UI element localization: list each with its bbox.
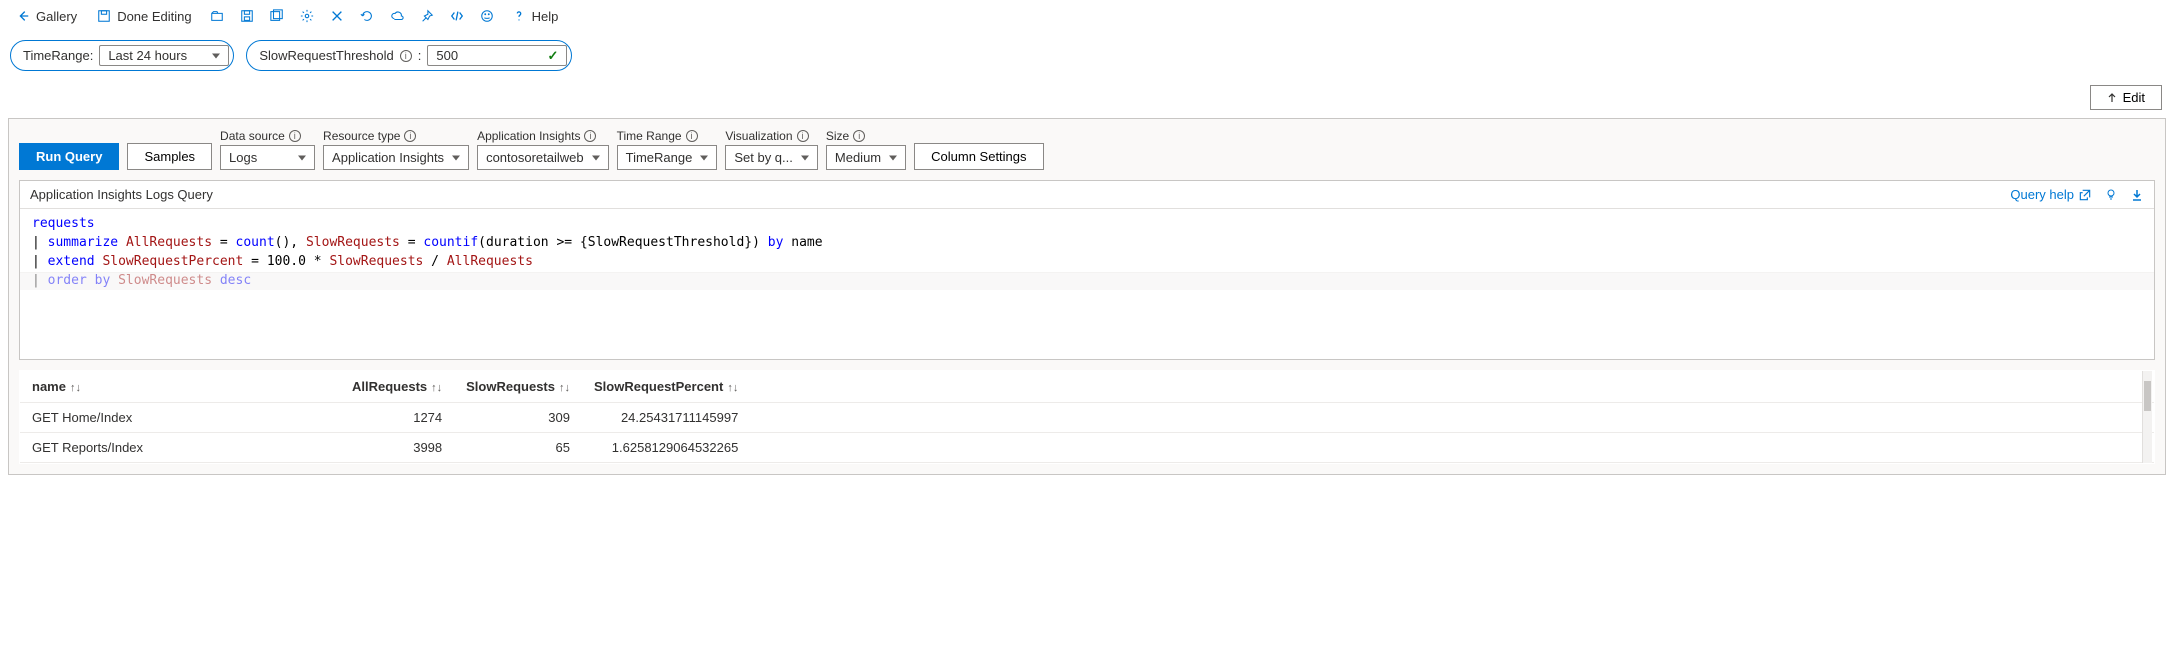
code-icon[interactable]: [446, 5, 468, 27]
column-settings-button[interactable]: Column Settings: [914, 143, 1043, 170]
download-icon[interactable]: [2130, 188, 2144, 202]
external-link-icon: [2078, 188, 2092, 202]
info-icon[interactable]: i: [584, 130, 596, 142]
th-spacer: [750, 371, 2154, 403]
vertical-scrollbar[interactable]: [2142, 371, 2152, 463]
up-arrow-icon: [2107, 93, 2117, 103]
pin-icon[interactable]: [416, 5, 438, 27]
cell-all: 3998: [340, 433, 454, 463]
threshold-param[interactable]: SlowRequestThreshold i : 500: [246, 40, 572, 71]
save-icon[interactable]: [236, 5, 258, 27]
cell-pct: 1.6258129064532265: [582, 433, 750, 463]
save-page-icon: [97, 9, 111, 23]
cloud-icon[interactable]: [386, 5, 408, 27]
table-row[interactable]: GET Home/Index 1274 309 24.2543171114599…: [20, 403, 2154, 433]
time-range-select[interactable]: TimeRange: [617, 145, 718, 170]
edit-bar: Edit: [0, 85, 2174, 118]
info-icon[interactable]: i: [404, 130, 416, 142]
resource-type-select[interactable]: Application Insights: [323, 145, 469, 170]
data-source-label: Data sourcei: [220, 129, 315, 143]
cell-all: 1274: [340, 403, 454, 433]
size-select[interactable]: Medium: [826, 145, 906, 170]
done-editing-button[interactable]: Done Editing: [91, 5, 197, 28]
help-button[interactable]: Help: [506, 5, 565, 28]
settings-icon[interactable]: [296, 5, 318, 27]
timerange-label: TimeRange:: [23, 48, 93, 63]
back-arrow-icon: [16, 9, 30, 23]
results-table: name↑↓ AllRequests↑↓ SlowRequests↑↓ Slow…: [20, 371, 2154, 463]
gallery-label: Gallery: [36, 9, 77, 24]
resource-type-label: Resource typei: [323, 129, 469, 143]
lightbulb-icon[interactable]: [2104, 188, 2118, 202]
samples-button[interactable]: Samples: [127, 143, 212, 170]
cell-name: GET Reports/Index: [20, 433, 340, 463]
parameters-bar: TimeRange: Last 24 hours SlowRequestThre…: [0, 32, 2174, 85]
cell-pct: 24.25431711145997: [582, 403, 750, 433]
info-icon[interactable]: i: [686, 130, 698, 142]
size-label: Sizei: [826, 129, 906, 143]
info-icon[interactable]: i: [400, 50, 412, 62]
close-icon[interactable]: [326, 5, 348, 27]
query-panel: Application Insights Logs Query Query he…: [19, 180, 2155, 360]
edit-button[interactable]: Edit: [2090, 85, 2162, 110]
visualization-select[interactable]: Set by q...: [725, 145, 818, 170]
table-row[interactable]: GET Reports/Index 3998 65 1.625812906453…: [20, 433, 2154, 463]
app-insights-select[interactable]: contosoretailweb: [477, 145, 609, 170]
cell-name: GET Home/Index: [20, 403, 340, 433]
timerange-select[interactable]: Last 24 hours: [99, 45, 229, 66]
refresh-icon[interactable]: [356, 5, 378, 27]
th-slow-pct[interactable]: SlowRequestPercent↑↓: [582, 371, 750, 403]
threshold-sep: :: [418, 48, 422, 63]
time-range-label: Time Rangei: [617, 129, 718, 143]
query-help-link[interactable]: Query help: [2010, 187, 2092, 202]
done-editing-label: Done Editing: [117, 9, 191, 24]
save-as-icon[interactable]: [266, 5, 288, 27]
cell-slow: 309: [454, 403, 582, 433]
app-insights-label: Application Insightsi: [477, 129, 609, 143]
info-icon[interactable]: i: [797, 130, 809, 142]
smiley-icon[interactable]: [476, 5, 498, 27]
threshold-input[interactable]: 500: [427, 45, 567, 66]
query-workspace: Run Query Samples Data sourcei Logs Reso…: [8, 118, 2166, 475]
query-header: Application Insights Logs Query Query he…: [20, 181, 2154, 209]
edit-button-label: Edit: [2123, 90, 2145, 105]
help-label: Help: [532, 9, 559, 24]
data-source-select[interactable]: Logs: [220, 145, 315, 170]
th-name[interactable]: name↑↓: [20, 371, 340, 403]
controls-row: Run Query Samples Data sourcei Logs Reso…: [19, 129, 2155, 170]
results-area: name↑↓ AllRequests↑↓ SlowRequests↑↓ Slow…: [19, 370, 2155, 464]
top-toolbar: Gallery Done Editing Help: [0, 0, 2174, 32]
info-icon[interactable]: i: [853, 130, 865, 142]
query-editor[interactable]: requests | summarize AllRequests = count…: [20, 209, 2154, 359]
open-icon[interactable]: [206, 5, 228, 27]
gallery-button[interactable]: Gallery: [10, 5, 83, 28]
th-all-requests[interactable]: AllRequests↑↓: [340, 371, 454, 403]
info-icon[interactable]: i: [289, 130, 301, 142]
threshold-label: SlowRequestThreshold: [259, 48, 393, 63]
timerange-param[interactable]: TimeRange: Last 24 hours: [10, 40, 234, 71]
help-icon: [512, 9, 526, 23]
panel-title: Application Insights Logs Query: [30, 187, 213, 202]
visualization-label: Visualizationi: [725, 129, 818, 143]
th-slow-requests[interactable]: SlowRequests↑↓: [454, 371, 582, 403]
run-query-button[interactable]: Run Query: [19, 143, 119, 170]
cell-slow: 65: [454, 433, 582, 463]
